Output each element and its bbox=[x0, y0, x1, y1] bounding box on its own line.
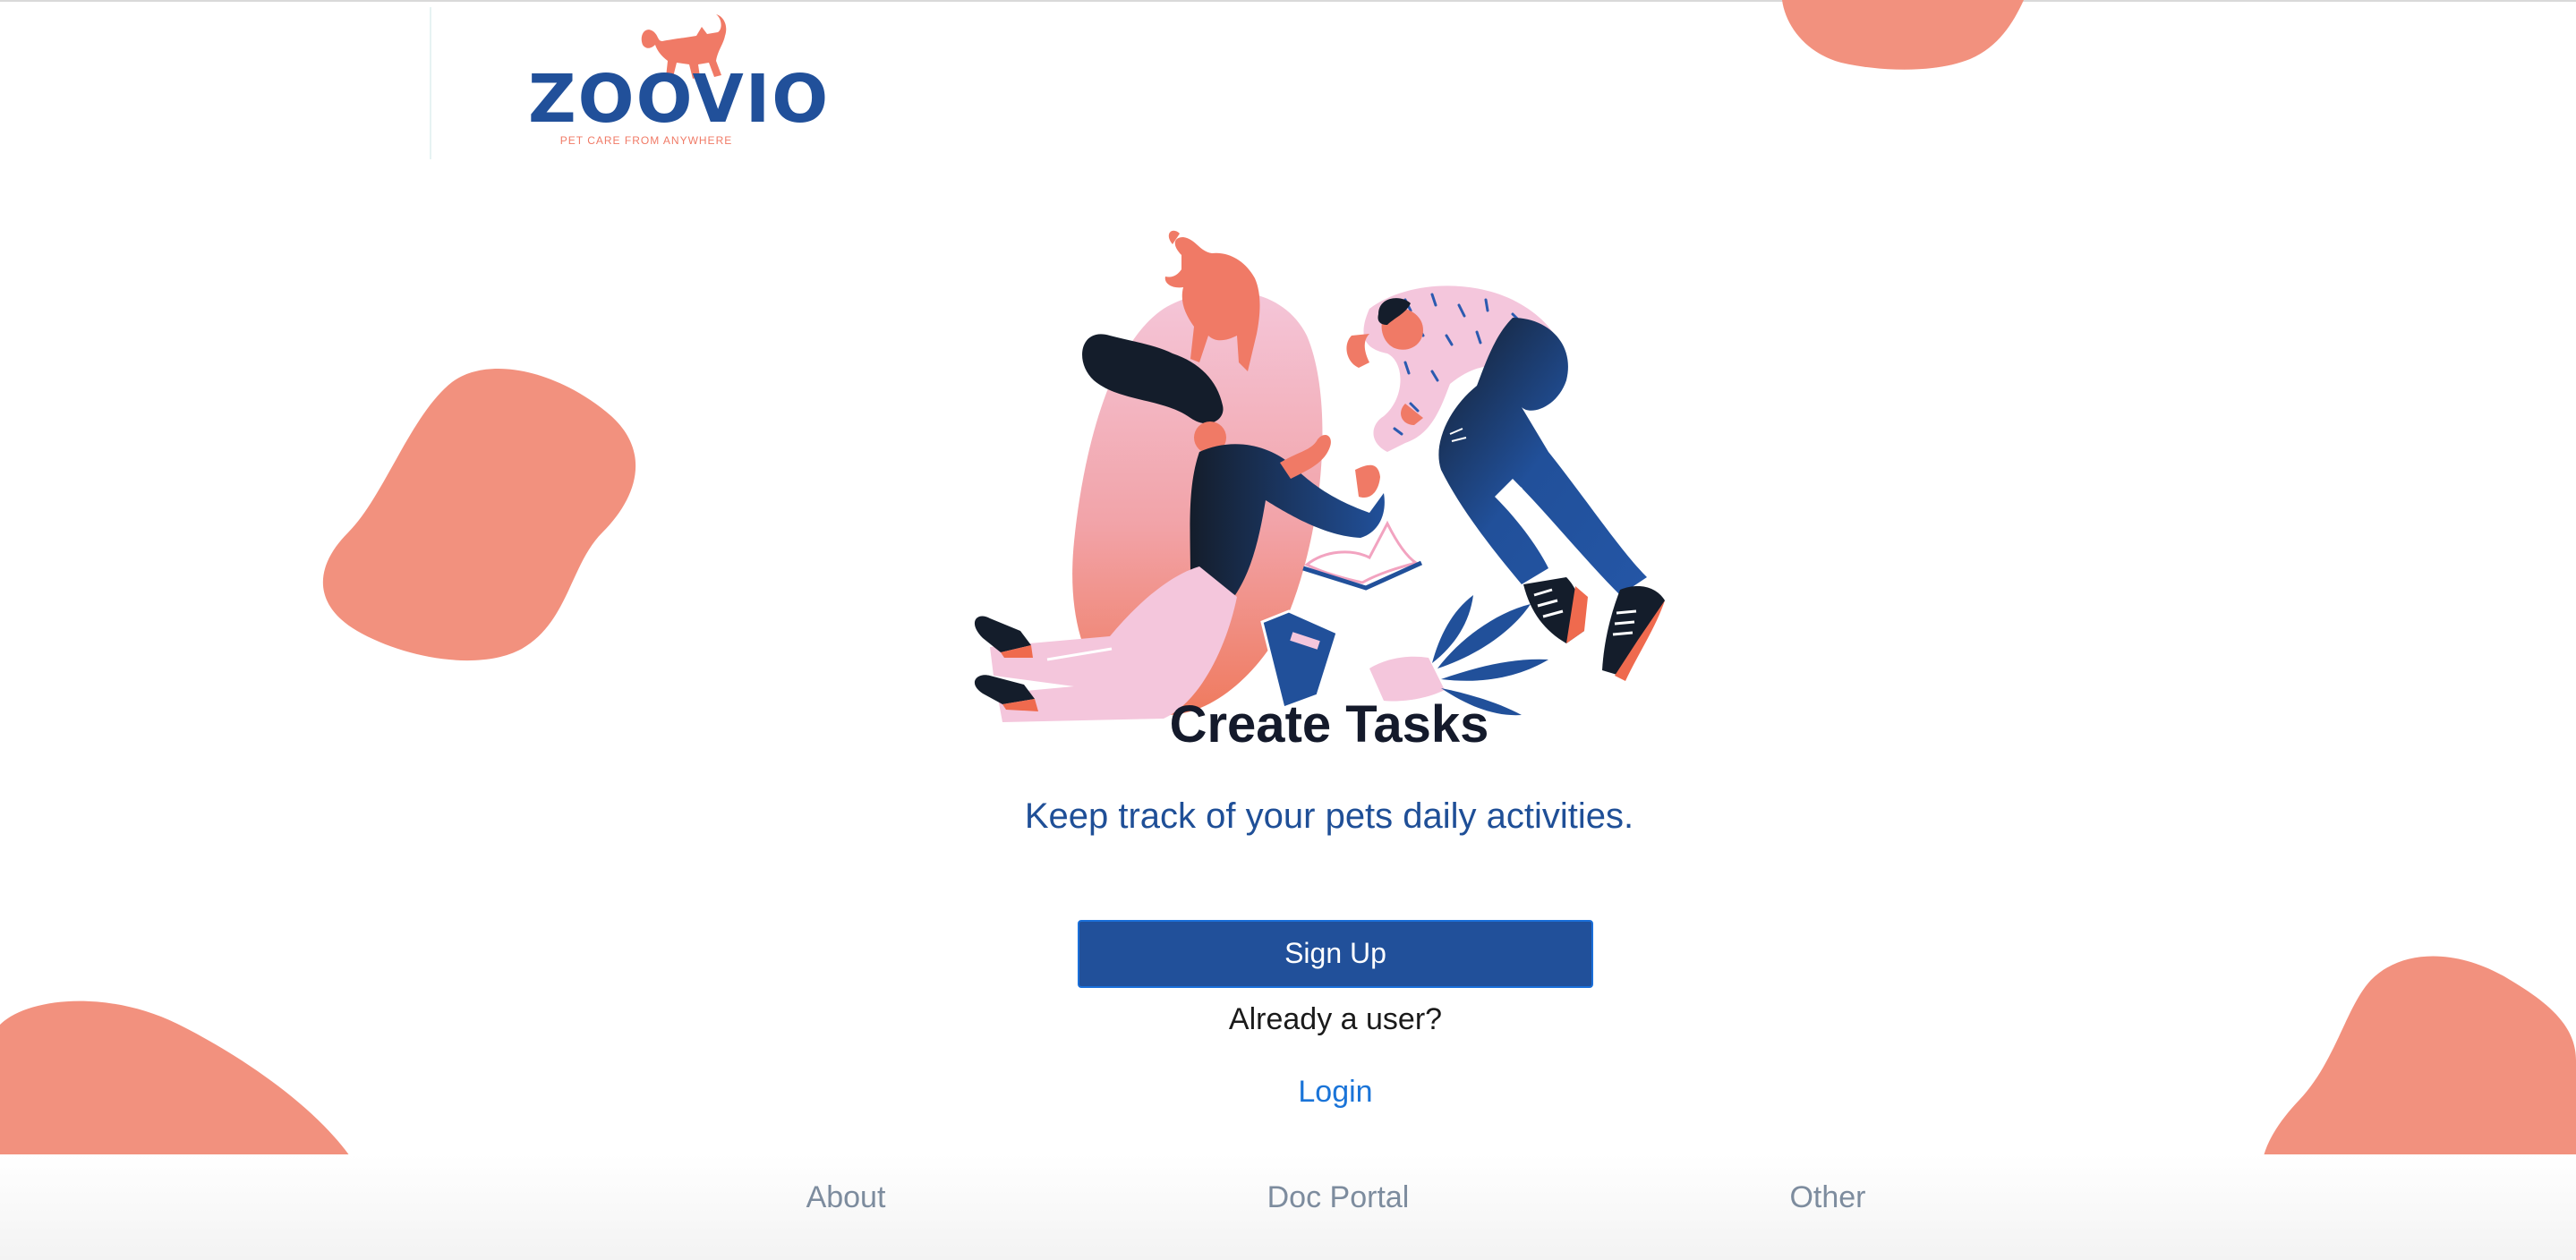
login-link[interactable]: Login bbox=[1246, 1070, 1425, 1113]
top-border bbox=[0, 0, 2576, 2]
footer-link-doc-portal[interactable]: Doc Portal bbox=[1226, 1176, 1450, 1219]
header-divider bbox=[430, 7, 431, 159]
sign-up-button[interactable]: Sign Up bbox=[1078, 920, 1593, 988]
footer-link-other[interactable]: Other bbox=[1738, 1176, 1917, 1219]
page-subtitle: Keep track of your pets daily activities… bbox=[1024, 796, 1634, 836]
footer: About Doc Portal Other bbox=[0, 1154, 2576, 1260]
page-title: Create Tasks bbox=[1169, 695, 1489, 753]
already-user-text: Already a user? bbox=[1228, 1002, 1443, 1036]
logo-wordmark: ZOOVIO bbox=[528, 61, 831, 138]
decorative-blob-left bbox=[322, 368, 636, 661]
page: ZOOVIO PET CARE FROM ANYWHERE Create Tas… bbox=[0, 0, 2576, 1260]
logo-tagline: PET CARE FROM ANYWHERE bbox=[559, 134, 733, 147]
zoovio-logo[interactable]: ZOOVIO PET CARE FROM ANYWHERE bbox=[528, 9, 831, 152]
decorative-blob-top bbox=[1782, 0, 2024, 70]
people-with-cat-illustration bbox=[974, 230, 1665, 722]
header: ZOOVIO PET CARE FROM ANYWHERE bbox=[430, 0, 895, 159]
footer-link-about[interactable]: About bbox=[756, 1176, 935, 1219]
